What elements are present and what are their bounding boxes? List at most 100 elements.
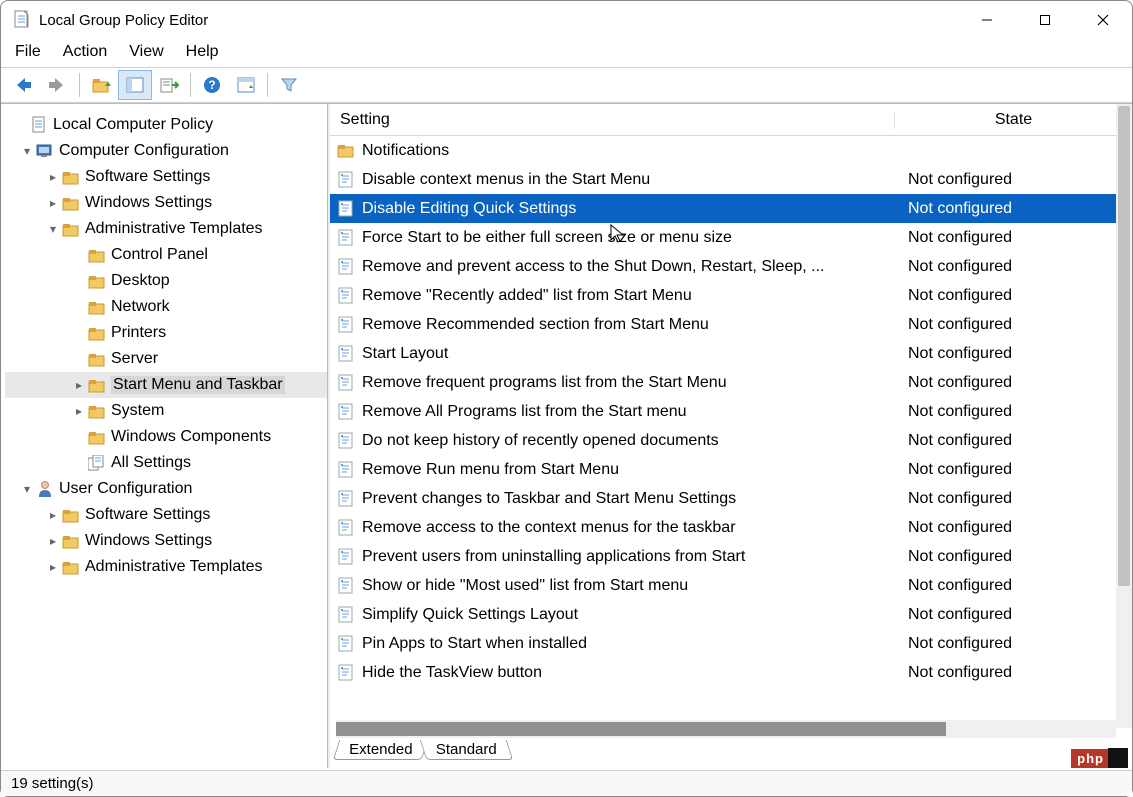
list-row[interactable]: Remove access to the context menus for t… <box>330 513 1132 542</box>
tree-expander-icon[interactable]: ▸ <box>71 404 87 418</box>
list-row[interactable]: Remove Run menu from Start MenuNot confi… <box>330 455 1132 484</box>
list-row[interactable]: Remove and prevent access to the Shut Do… <box>330 252 1132 281</box>
tree-expander-icon[interactable]: ▸ <box>45 508 61 522</box>
setting-name: Pin Apps to Start when installed <box>362 635 894 653</box>
policy-icon <box>336 200 356 218</box>
list-row[interactable]: Do not keep history of recently opened d… <box>330 426 1132 455</box>
policy-icon <box>336 664 356 682</box>
vertical-scrollbar[interactable] <box>1116 104 1132 728</box>
tree-expander-icon[interactable]: ▸ <box>45 560 61 574</box>
tree-item[interactable]: Server <box>5 346 327 372</box>
menu-help[interactable]: Help <box>186 43 219 61</box>
setting-name: Remove and prevent access to the Shut Do… <box>362 258 894 276</box>
tree-item[interactable]: Local Computer Policy <box>5 112 327 138</box>
help-button[interactable]: ? <box>195 70 229 100</box>
tree-expander-icon[interactable]: ▾ <box>19 144 35 158</box>
filter-button[interactable] <box>272 70 306 100</box>
setting-state: Not configured <box>894 635 1132 653</box>
list-row[interactable]: Pin Apps to Start when installedNot conf… <box>330 629 1132 658</box>
tree-item[interactable]: Control Panel <box>5 242 327 268</box>
tree-item[interactable]: ▸Administrative Templates <box>5 554 327 580</box>
setting-name: Do not keep history of recently opened d… <box>362 432 894 450</box>
toolbar-divider <box>190 73 191 97</box>
tree-item[interactable]: Desktop <box>5 268 327 294</box>
tree-item[interactable]: ▸ Windows Settings <box>5 190 327 216</box>
close-button[interactable] <box>1074 1 1132 39</box>
tree-item[interactable]: ▾Administrative Templates <box>5 216 327 242</box>
watermark-badge: php <box>1071 749 1110 768</box>
policy-icon <box>336 316 356 334</box>
column-state[interactable]: State <box>894 111 1132 129</box>
setting-name: Remove All Programs list from the Start … <box>362 403 894 421</box>
policy-icon <box>336 258 356 276</box>
tree-expander-icon[interactable]: ▸ <box>45 170 61 184</box>
list-row[interactable]: Simplify Quick Settings LayoutNot config… <box>330 600 1132 629</box>
tree-item[interactable]: ▾Computer Configuration <box>5 138 327 164</box>
tree-item-label: Desktop <box>111 272 170 290</box>
up-folder-button[interactable] <box>84 70 118 100</box>
folder-icon <box>61 560 81 575</box>
tree-item[interactable]: Windows Components <box>5 424 327 450</box>
export-list-button[interactable] <box>152 70 186 100</box>
tree-item-label: Windows Settings <box>85 194 212 212</box>
tree-item[interactable]: ▸System <box>5 398 327 424</box>
back-button[interactable] <box>7 70 41 100</box>
menu-bar: File Action View Help <box>1 39 1132 67</box>
doc-icon <box>29 116 49 134</box>
menu-view[interactable]: View <box>129 43 163 61</box>
list-row[interactable]: Disable context menus in the Start MenuN… <box>330 165 1132 194</box>
setting-state: Not configured <box>894 548 1132 566</box>
tree-expander-icon[interactable]: ▾ <box>45 222 61 236</box>
menu-action[interactable]: Action <box>63 43 107 61</box>
properties-button[interactable] <box>229 70 263 100</box>
setting-state: Not configured <box>894 606 1132 624</box>
folder-icon <box>61 170 81 185</box>
tab-standard[interactable]: Standard <box>420 740 513 760</box>
list-row[interactable]: Hide the TaskView buttonNot configured <box>330 658 1132 687</box>
tree-item[interactable]: ▸Start Menu and Taskbar <box>5 372 327 398</box>
list-row[interactable]: Show or hide "Most used" list from Start… <box>330 571 1132 600</box>
setting-name: Disable Editing Quick Settings <box>362 200 894 218</box>
maximize-button[interactable] <box>1016 1 1074 39</box>
tree-expander-icon[interactable]: ▾ <box>19 482 35 496</box>
folder-icon <box>87 404 107 419</box>
list-row[interactable]: Prevent users from uninstalling applicat… <box>330 542 1132 571</box>
setting-state: Not configured <box>894 519 1132 537</box>
show-hide-tree-button[interactable] <box>118 70 152 100</box>
list-row[interactable]: Remove Recommended section from Start Me… <box>330 310 1132 339</box>
tree-item[interactable]: Printers <box>5 320 327 346</box>
list-row[interactable]: Remove All Programs list from the Start … <box>330 397 1132 426</box>
horizontal-scrollbar[interactable] <box>336 720 1116 738</box>
policy-icon <box>336 374 356 392</box>
menu-file[interactable]: File <box>15 43 41 61</box>
tree-item-label: Server <box>111 350 158 368</box>
policy-icon <box>336 403 356 421</box>
tab-extended[interactable]: Extended <box>333 740 429 760</box>
forward-button[interactable] <box>41 70 75 100</box>
window-title: Local Group Policy Editor <box>39 12 208 29</box>
tree-item[interactable]: Network <box>5 294 327 320</box>
list-row[interactable]: Force Start to be either full screen siz… <box>330 223 1132 252</box>
folder-icon <box>87 274 107 289</box>
tree-expander-icon[interactable]: ▸ <box>45 196 61 210</box>
tree-pane[interactable]: Local Computer Policy▾Computer Configura… <box>1 104 328 768</box>
setting-state: Not configured <box>894 577 1132 595</box>
tree-item[interactable]: ▾User Configuration <box>5 476 327 502</box>
minimize-button[interactable] <box>958 1 1016 39</box>
tree-item[interactable]: ▸Software Settings <box>5 164 327 190</box>
tree-item[interactable]: All Settings <box>5 450 327 476</box>
list-row[interactable]: Prevent changes to Taskbar and Start Men… <box>330 484 1132 513</box>
list-row[interactable]: Start LayoutNot configured <box>330 339 1132 368</box>
tree-expander-icon[interactable]: ▸ <box>45 534 61 548</box>
policy-icon <box>336 519 356 537</box>
list-row[interactable]: Notifications <box>330 136 1132 165</box>
settings-list[interactable]: NotificationsDisable context menus in th… <box>330 136 1132 720</box>
tree-item[interactable]: ▸Windows Settings <box>5 528 327 554</box>
folder-icon <box>61 196 81 211</box>
tree-item[interactable]: ▸Software Settings <box>5 502 327 528</box>
list-row[interactable]: Disable Editing Quick SettingsNot config… <box>330 194 1132 223</box>
list-row[interactable]: Remove "Recently added" list from Start … <box>330 281 1132 310</box>
list-row[interactable]: Remove frequent programs list from the S… <box>330 368 1132 397</box>
tree-expander-icon[interactable]: ▸ <box>71 378 87 392</box>
column-setting[interactable]: Setting <box>330 111 894 129</box>
